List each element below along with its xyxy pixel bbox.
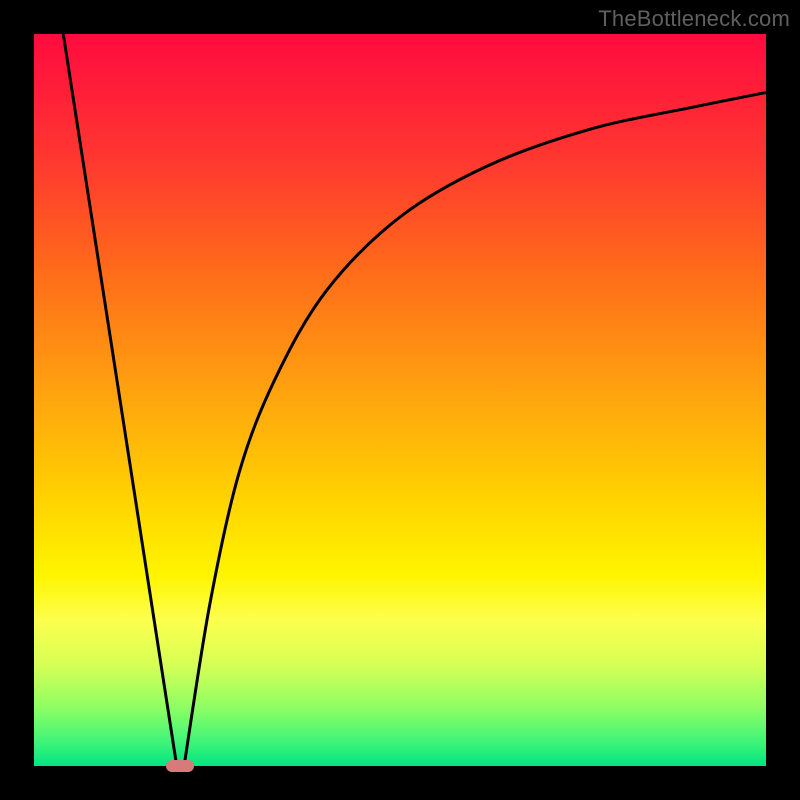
chart-curve — [34, 34, 766, 766]
curve-left-branch — [63, 34, 176, 766]
watermark-text: TheBottleneck.com — [598, 6, 790, 32]
chart-frame: TheBottleneck.com — [0, 0, 800, 800]
minimum-marker — [166, 760, 194, 772]
plot-area — [34, 34, 766, 766]
curve-right-branch — [184, 93, 766, 766]
